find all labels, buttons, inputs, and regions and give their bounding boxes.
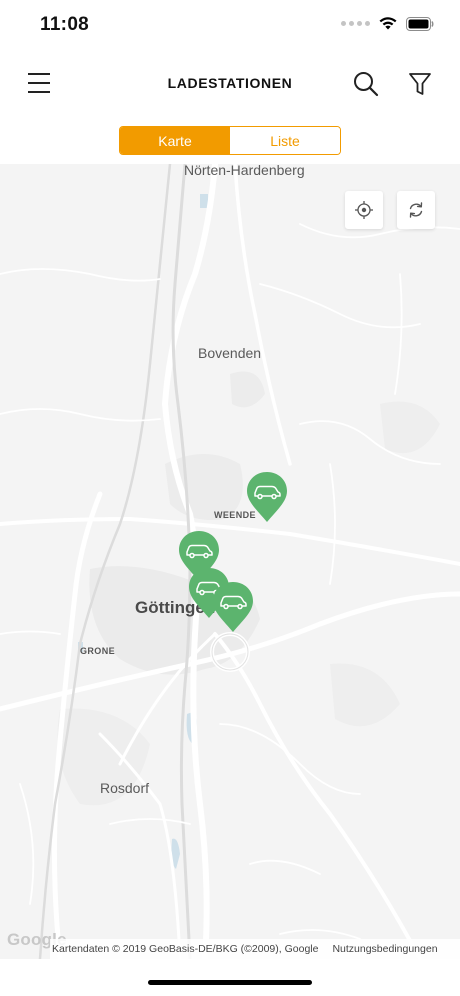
tab-karte[interactable]: Karte (120, 127, 230, 154)
filter-icon (409, 73, 431, 95)
map-label-grone: GRONE (80, 646, 116, 656)
battery-icon (406, 16, 434, 31)
charging-station-marker[interactable] (211, 580, 255, 634)
search-icon (354, 72, 379, 97)
refresh-button[interactable] (397, 191, 435, 229)
view-switcher: Karte Liste (119, 126, 341, 155)
charging-station-marker[interactable] (245, 470, 289, 524)
map-label-bovenden: Bovenden (198, 345, 262, 361)
status-icons (341, 16, 434, 31)
attribution-text: Kartendaten © 2019 GeoBasis-DE/BKG (©200… (52, 943, 319, 955)
refresh-icon (409, 202, 423, 218)
cellular-signal-icon (341, 21, 370, 26)
page-title: LADESTATIONEN (167, 75, 293, 91)
status-time: 11:08 (40, 14, 90, 35)
map-label-rosdorf: Rosdorf (100, 780, 150, 796)
map-label-noerten-hardenberg: Nörten-Hardenberg (184, 164, 305, 178)
tab-liste[interactable]: Liste (230, 127, 340, 154)
crosshair-icon (355, 201, 373, 219)
map-attribution: Kartendaten © 2019 GeoBasis-DE/BKG (©200… (50, 939, 460, 959)
filter-button[interactable] (404, 68, 436, 100)
locate-me-button[interactable] (345, 191, 383, 229)
map-tiles (0, 164, 460, 959)
app-header: LADESTATIONEN (0, 58, 460, 110)
wifi-icon (379, 17, 397, 30)
search-button[interactable] (350, 68, 382, 100)
status-bar: 11:08 (0, 0, 460, 50)
terms-link[interactable]: Nutzungsbedingungen (332, 943, 437, 955)
home-indicator (148, 980, 312, 985)
map-view[interactable]: Nörten-Hardenberg Bovenden WEENDE Göttin… (0, 164, 460, 959)
